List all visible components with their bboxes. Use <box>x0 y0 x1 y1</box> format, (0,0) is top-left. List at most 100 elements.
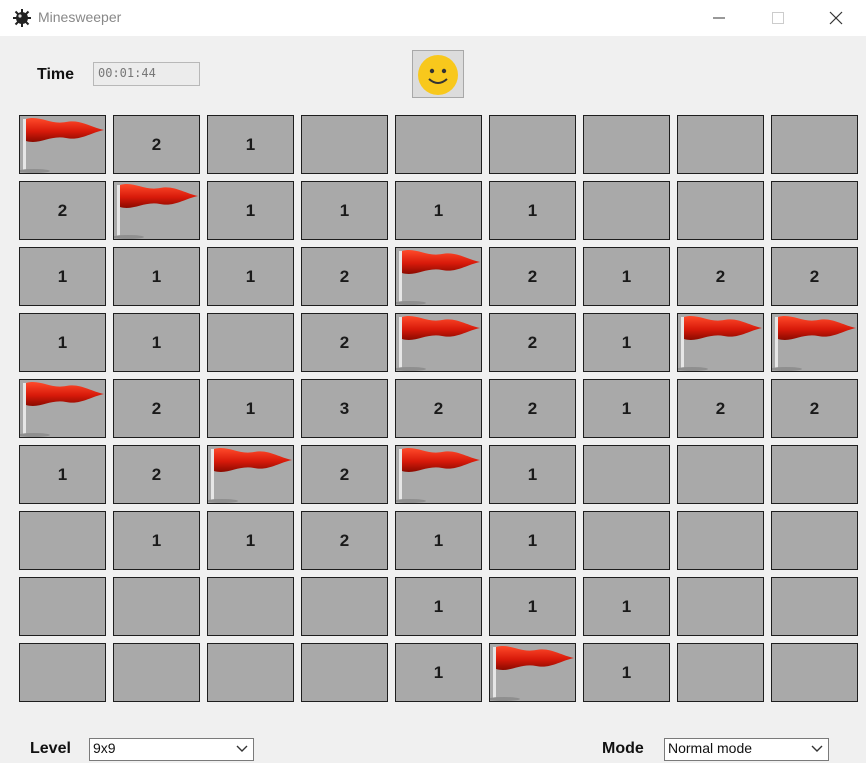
empty-cell[interactable] <box>301 577 388 636</box>
number-cell[interactable]: 1 <box>395 643 482 702</box>
empty-cell[interactable] <box>771 445 858 504</box>
empty-cell[interactable] <box>677 577 764 636</box>
number-cell[interactable]: 1 <box>489 181 576 240</box>
number-cell[interactable]: 2 <box>113 115 200 174</box>
number-cell[interactable]: 1 <box>19 313 106 372</box>
window-title: Minesweeper <box>38 9 122 25</box>
number-cell[interactable]: 2 <box>489 247 576 306</box>
flag-icon <box>396 448 480 503</box>
number-cell[interactable]: 1 <box>19 247 106 306</box>
number-cell[interactable]: 1 <box>113 511 200 570</box>
close-button[interactable] <box>813 0 859 36</box>
empty-cell[interactable] <box>771 643 858 702</box>
number-cell[interactable]: 2 <box>489 379 576 438</box>
reset-button[interactable] <box>412 50 464 98</box>
number-cell[interactable]: 2 <box>301 247 388 306</box>
number-cell[interactable]: 1 <box>207 181 294 240</box>
number-cell[interactable]: 1 <box>207 247 294 306</box>
number-cell[interactable]: 2 <box>489 313 576 372</box>
number-cell[interactable]: 1 <box>113 313 200 372</box>
flagged-cell[interactable] <box>113 181 200 240</box>
flagged-cell[interactable] <box>489 643 576 702</box>
number-cell[interactable]: 2 <box>113 445 200 504</box>
number-cell[interactable]: 3 <box>301 379 388 438</box>
mode-label: Mode <box>602 740 644 757</box>
number-cell[interactable]: 2 <box>301 511 388 570</box>
flag-icon <box>20 118 104 173</box>
empty-cell[interactable] <box>583 181 670 240</box>
empty-cell[interactable] <box>677 181 764 240</box>
flagged-cell[interactable] <box>207 445 294 504</box>
number-cell[interactable]: 2 <box>395 379 482 438</box>
empty-cell[interactable] <box>207 643 294 702</box>
number-cell[interactable]: 1 <box>19 445 106 504</box>
number-cell[interactable]: 2 <box>113 379 200 438</box>
flag-icon <box>490 646 574 701</box>
empty-cell[interactable] <box>395 115 482 174</box>
empty-cell[interactable] <box>19 643 106 702</box>
number-cell[interactable]: 2 <box>301 445 388 504</box>
number-cell[interactable]: 2 <box>677 379 764 438</box>
flagged-cell[interactable] <box>395 313 482 372</box>
mode-select[interactable]: Normal mode <box>664 738 829 761</box>
empty-cell[interactable] <box>583 115 670 174</box>
empty-cell[interactable] <box>583 511 670 570</box>
flag-icon <box>678 316 762 371</box>
flag-icon <box>208 448 292 503</box>
number-cell[interactable]: 1 <box>583 643 670 702</box>
empty-cell[interactable] <box>113 643 200 702</box>
number-cell[interactable]: 1 <box>207 379 294 438</box>
level-select[interactable]: 9x9 <box>89 738 254 761</box>
number-cell[interactable]: 1 <box>207 511 294 570</box>
number-cell[interactable]: 1 <box>395 181 482 240</box>
time-label: Time <box>37 66 75 83</box>
number-cell[interactable]: 1 <box>207 115 294 174</box>
number-cell[interactable]: 2 <box>301 313 388 372</box>
number-cell[interactable]: 1 <box>395 577 482 636</box>
number-cell[interactable]: 1 <box>583 247 670 306</box>
flagged-cell[interactable] <box>395 247 482 306</box>
flagged-cell[interactable] <box>677 313 764 372</box>
empty-cell[interactable] <box>489 115 576 174</box>
chevron-down-icon <box>236 745 248 752</box>
number-cell[interactable]: 1 <box>301 181 388 240</box>
minimize-button[interactable] <box>696 0 742 36</box>
flagged-cell[interactable] <box>19 115 106 174</box>
flagged-cell[interactable] <box>771 313 858 372</box>
empty-cell[interactable] <box>677 643 764 702</box>
number-cell[interactable]: 1 <box>583 577 670 636</box>
flagged-cell[interactable] <box>395 445 482 504</box>
chevron-down-icon <box>811 745 823 752</box>
empty-cell[interactable] <box>677 511 764 570</box>
empty-cell[interactable] <box>301 643 388 702</box>
number-cell[interactable]: 1 <box>113 247 200 306</box>
empty-cell[interactable] <box>301 115 388 174</box>
number-cell[interactable]: 2 <box>677 247 764 306</box>
number-cell[interactable]: 2 <box>771 379 858 438</box>
number-cell[interactable]: 2 <box>771 247 858 306</box>
number-cell[interactable]: 1 <box>583 379 670 438</box>
empty-cell[interactable] <box>19 511 106 570</box>
number-cell[interactable]: 1 <box>489 445 576 504</box>
flagged-cell[interactable] <box>19 379 106 438</box>
number-cell[interactable]: 1 <box>489 511 576 570</box>
empty-cell[interactable] <box>677 445 764 504</box>
empty-cell[interactable] <box>19 577 106 636</box>
empty-cell[interactable] <box>771 577 858 636</box>
number-cell[interactable]: 1 <box>395 511 482 570</box>
title-bar: Minesweeper <box>0 0 866 36</box>
empty-cell[interactable] <box>771 511 858 570</box>
maximize-button[interactable] <box>755 0 801 36</box>
empty-cell[interactable] <box>207 313 294 372</box>
empty-cell[interactable] <box>771 115 858 174</box>
empty-cell[interactable] <box>677 115 764 174</box>
empty-cell[interactable] <box>771 181 858 240</box>
number-cell[interactable]: 1 <box>583 313 670 372</box>
number-cell[interactable]: 1 <box>489 577 576 636</box>
empty-cell[interactable] <box>583 445 670 504</box>
number-cell[interactable]: 2 <box>19 181 106 240</box>
level-label: Level <box>30 740 71 757</box>
maximize-icon <box>772 12 784 24</box>
empty-cell[interactable] <box>207 577 294 636</box>
empty-cell[interactable] <box>113 577 200 636</box>
